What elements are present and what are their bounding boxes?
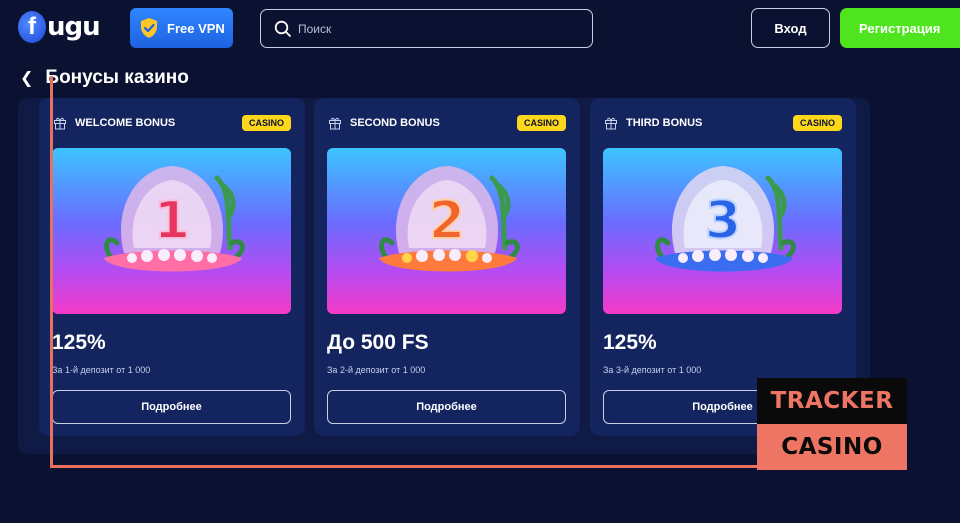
shield-check-icon	[141, 18, 157, 38]
bonus-amount: 125%	[52, 331, 106, 354]
card-title: SECOND BONUS	[350, 117, 440, 129]
bonus-card-welcome: WELCOME BONUS CASINO 1 125% За 1-й депоз…	[39, 98, 305, 436]
casino-badge: CASINO	[516, 115, 566, 131]
gift-icon	[54, 117, 66, 130]
bonus-amount: До 500 FS	[327, 331, 429, 354]
free-vpn-button[interactable]: Free VPN	[130, 8, 233, 48]
details-button[interactable]: Подробнее	[327, 390, 566, 424]
search-box[interactable]	[260, 9, 593, 48]
bonus-condition: За 3-й депозит от 1 000	[603, 365, 702, 375]
card-title: THIRD BONUS	[626, 117, 703, 129]
page-title: Бонусы казино	[45, 67, 189, 88]
search-icon	[274, 20, 291, 37]
bonus-image: 2	[327, 148, 566, 314]
logo-letter: f	[18, 11, 46, 43]
register-button[interactable]: Регистрация	[840, 8, 960, 48]
pearl-shell-illustration: 2	[379, 166, 520, 272]
bonus-condition: За 2-й депозит от 1 000	[327, 365, 426, 375]
casino-badge: CASINO	[241, 115, 291, 131]
gift-icon	[329, 117, 341, 130]
bonus-image: 3	[603, 148, 842, 314]
card-header: WELCOME BONUS CASINO	[53, 114, 291, 132]
login-button[interactable]: Вход	[751, 8, 830, 48]
card-header: THIRD BONUS CASINO	[604, 114, 842, 132]
chevron-left-icon[interactable]: ❮	[20, 68, 33, 88]
pearl-shell-illustration: 3	[655, 166, 796, 272]
logo-text: ugu	[47, 12, 101, 42]
bonus-number: 2	[429, 191, 465, 251]
free-vpn-label: Free VPN	[167, 20, 225, 36]
card-header: SECOND BONUS CASINO	[328, 114, 566, 132]
search-input[interactable]	[298, 21, 578, 36]
bonus-number: 1	[154, 191, 190, 251]
gift-icon	[605, 117, 617, 130]
casino-badge: CASINO	[792, 115, 842, 131]
bonus-amount: 125%	[603, 331, 657, 354]
bonus-card-second: SECOND BONUS CASINO 2 До 500 FS За 2-й д…	[314, 98, 580, 436]
top-header: f ugu Free VPN Вход Регистрация	[0, 0, 960, 58]
bonus-number: 3	[705, 191, 741, 251]
pearl-shell-illustration: 1	[104, 166, 245, 272]
page-heading: ❮ Бонусы казино	[20, 66, 189, 90]
details-button[interactable]: Подробнее	[52, 390, 291, 424]
bonus-condition: За 1-й депозит от 1 000	[52, 365, 151, 375]
bonus-image: 1	[52, 148, 291, 314]
card-title: WELCOME BONUS	[75, 117, 176, 129]
fugu-logo[interactable]: f ugu	[18, 10, 101, 44]
watermark-casino: CASINO	[757, 424, 907, 470]
watermark-tracker: TRACKER	[757, 378, 907, 424]
